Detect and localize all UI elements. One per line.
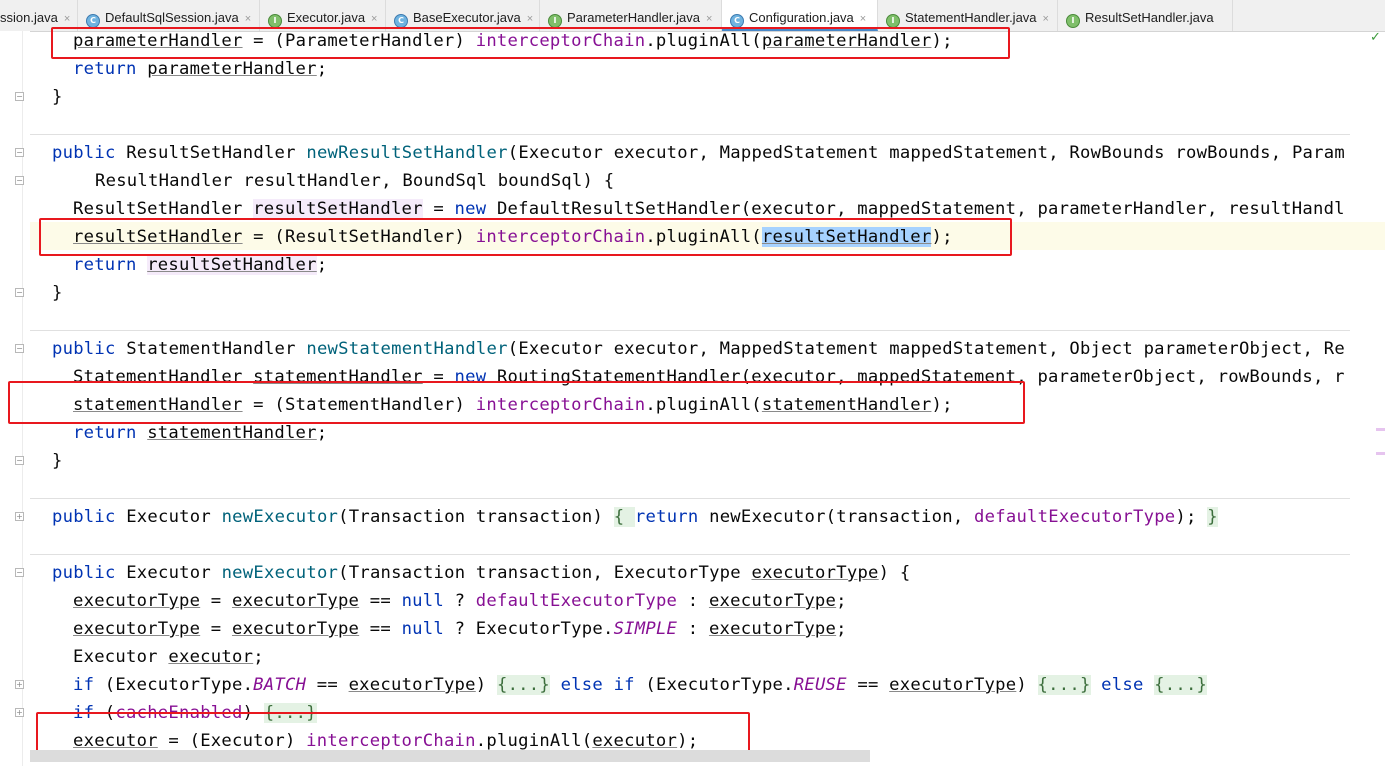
tab-label: StatementHandler.java [905,10,1037,25]
fold-start-icon[interactable]: − [15,568,24,577]
class-icon: C [730,14,744,28]
interface-icon: I [1066,14,1080,28]
close-icon[interactable]: × [371,13,377,25]
highlight-box [36,712,750,753]
code-line: public Executor newExecutor(Transaction … [52,563,911,583]
code-line: public ResultSetHandler newResultSetHand… [52,143,1345,163]
code-line: executorType = executorType == null ? Ex… [73,619,847,639]
highlight-box [51,27,1010,59]
fold-expand-icon[interactable]: + [15,708,24,717]
code-line: } [52,451,63,471]
tab-label: BaseExecutor.java [413,10,521,25]
highlight-box [39,218,1012,256]
tab-label: ssion.java [0,10,58,25]
tab-label: ParameterHandler.java [567,10,700,25]
code-line: return parameterHandler; [73,59,328,79]
close-icon[interactable]: × [860,13,866,25]
code-line: } [52,87,63,107]
interface-icon: I [886,14,900,28]
code-line: } [52,283,63,303]
code-line: public Executor newExecutor(Transaction … [52,507,1218,527]
check-icon: ✓ [1370,30,1381,45]
fold-expand-icon[interactable]: + [15,680,24,689]
horizontal-scrollbar[interactable] [30,750,870,762]
interface-icon: I [548,14,562,28]
tab-label: DefaultSqlSession.java [105,10,239,25]
scrollbar-marker[interactable] [1376,428,1385,431]
close-icon[interactable]: × [706,13,712,25]
code-line: if (ExecutorType.BATCH == executorType) … [73,675,1208,695]
highlight-box [8,381,1025,424]
class-icon: C [394,14,408,28]
code-line: ResultHandler resultHandler, BoundSql bo… [95,171,615,191]
tab-label: ResultSetHandler.java [1085,10,1214,25]
close-icon[interactable]: × [527,13,533,25]
code-line: public StatementHandler newStatementHand… [52,339,1345,359]
close-icon[interactable]: × [1043,13,1049,25]
code-line: Executor executor; [73,647,264,667]
fold-start-icon[interactable]: − [15,344,24,353]
tab-label: Executor.java [287,10,366,25]
tab-label: Configuration.java [749,10,854,25]
fold-end-icon[interactable]: − [15,456,24,465]
fold-expand-icon[interactable]: + [15,512,24,521]
fold-end-icon[interactable]: − [15,92,24,101]
fold-end-icon[interactable]: − [15,288,24,297]
close-icon[interactable]: × [245,13,251,25]
tab-resultsethandler[interactable]: I ResultSetHandler.java [1058,0,1233,31]
fold-end-icon[interactable]: − [15,176,24,185]
class-icon: C [86,14,100,28]
scrollbar-marker[interactable] [1376,452,1385,455]
interface-icon: I [268,14,282,28]
close-icon[interactable]: × [64,13,70,25]
fold-start-icon[interactable]: − [15,148,24,157]
code-line: executorType = executorType == null ? de… [73,591,847,611]
